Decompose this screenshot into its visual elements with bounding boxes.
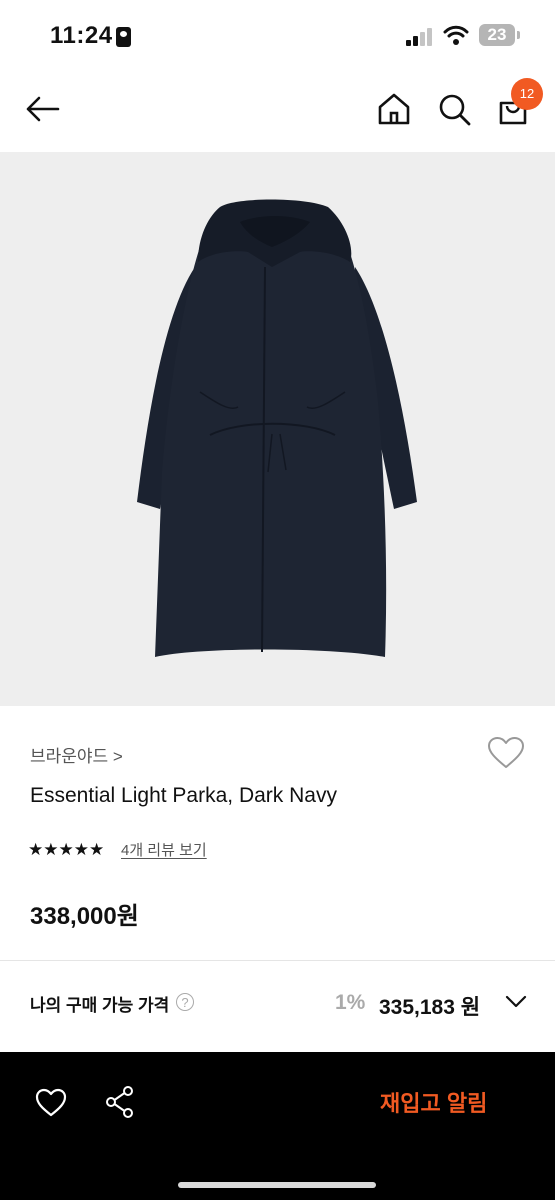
id-card-icon bbox=[116, 27, 131, 47]
rating-stars: ★★★★★ bbox=[28, 840, 105, 859]
share-icon[interactable] bbox=[104, 1084, 136, 1120]
home-icon[interactable] bbox=[376, 92, 412, 126]
wishlist-heart-icon[interactable] bbox=[35, 1088, 67, 1118]
chevron-down-icon[interactable] bbox=[505, 995, 527, 1009]
search-icon[interactable] bbox=[437, 92, 473, 128]
status-bar: 11:24 23 bbox=[0, 0, 555, 70]
my-price-row[interactable]: 나의 구매 가능 가격 ? 1% 335,183 원 bbox=[0, 961, 555, 1047]
product-price: 338,000원 bbox=[30, 903, 139, 930]
product-image[interactable] bbox=[0, 152, 555, 706]
product-title: Essential Light Parka, Dark Navy bbox=[30, 784, 337, 807]
heart-outline-icon[interactable] bbox=[487, 736, 525, 770]
cellular-signal-icon bbox=[406, 28, 436, 46]
reviews-link[interactable]: 4개 리뷰 보기 bbox=[121, 839, 207, 860]
help-icon[interactable]: ? bbox=[176, 993, 194, 1011]
top-nav: 12 bbox=[0, 70, 555, 152]
cart-count-badge: 12 bbox=[511, 78, 543, 110]
parka-illustration bbox=[137, 199, 417, 657]
discount-rate: 1% bbox=[335, 991, 366, 1014]
battery-icon: 23 bbox=[479, 24, 520, 46]
clock: 11:24 bbox=[50, 22, 113, 49]
home-indicator bbox=[178, 1182, 376, 1188]
my-price-label: 나의 구매 가능 가격 bbox=[30, 996, 170, 1015]
my-price-value: 335,183 원 bbox=[379, 996, 481, 1019]
bottom-action-bar: 재입고 알림 bbox=[0, 1052, 555, 1200]
wifi-icon bbox=[443, 25, 469, 45]
brand-link[interactable]: 브라운야드 > bbox=[30, 742, 123, 767]
back-arrow-icon[interactable] bbox=[24, 94, 60, 124]
restock-alert-button[interactable]: 재입고 알림 bbox=[380, 1086, 487, 1118]
